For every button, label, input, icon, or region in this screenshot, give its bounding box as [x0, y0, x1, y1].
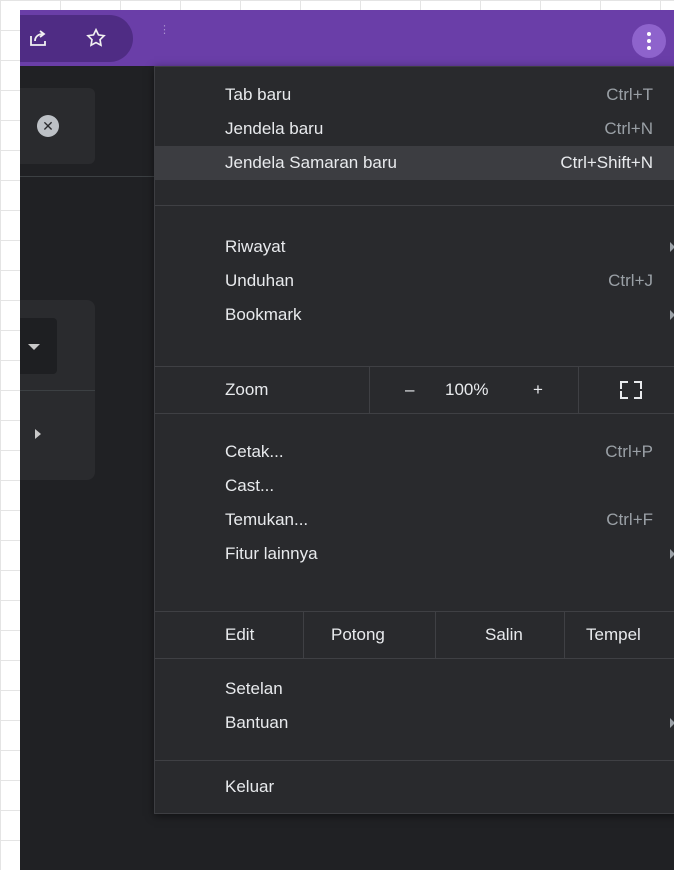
zoom-label: Zoom: [225, 380, 269, 399]
chevron-down-icon: [28, 344, 40, 350]
menu-item-label: Setelan: [225, 679, 283, 698]
cut-button[interactable]: Potong: [331, 625, 385, 645]
submenu-arrow-icon: [670, 242, 674, 252]
edit-label: Edit: [225, 625, 255, 644]
kebab-menu-icon[interactable]: [632, 24, 666, 58]
close-icon[interactable]: ✕: [37, 115, 59, 137]
menu-item-more-tools[interactable]: Fitur lainnya: [155, 537, 674, 571]
copy-button[interactable]: Salin: [485, 625, 523, 645]
menu-item-shortcut: Ctrl+F: [606, 510, 653, 529]
menu-item-shortcut: Ctrl+Shift+N: [560, 153, 653, 172]
menu-item-label: Bookmark: [225, 305, 302, 324]
menu-separator: [155, 205, 674, 206]
chevron-right-icon[interactable]: [35, 429, 41, 439]
edit-separator: [303, 612, 304, 658]
zoom-out-button[interactable]: –: [405, 380, 414, 400]
menu-item-cast[interactable]: Cast...: [155, 469, 674, 503]
zoom-in-button[interactable]: +: [533, 380, 543, 400]
menu-item-new-window[interactable]: Jendela baru Ctrl+N: [155, 112, 674, 146]
menu-item-exit[interactable]: Keluar: [155, 770, 674, 804]
menu-item-bookmarks[interactable]: Bookmark: [155, 298, 674, 332]
menu-item-new-tab[interactable]: Tab baru Ctrl+T: [155, 78, 674, 112]
zoom-separator: [578, 367, 579, 413]
menu-separator: [155, 658, 674, 659]
browser-window: ⋮ ✕ Tab baru Ctrl+T Jendela baru Ctrl+N …: [20, 10, 674, 870]
menu-item-label: Jendela baru: [225, 119, 324, 138]
submenu-arrow-icon: [670, 310, 674, 320]
star-icon[interactable]: [82, 24, 110, 52]
menu-item-label: Riwayat: [225, 237, 286, 256]
menu-item-label: Unduhan: [225, 271, 295, 290]
divider: [20, 390, 95, 391]
menu-item-history[interactable]: Riwayat: [155, 230, 674, 264]
chrome-menu: Tab baru Ctrl+T Jendela baru Ctrl+N Jend…: [154, 66, 674, 814]
share-icon[interactable]: [24, 24, 52, 52]
side-card: [20, 300, 95, 480]
submenu-arrow-icon: [670, 718, 674, 728]
menu-item-new-incognito-window[interactable]: Jendela Samaran baru Ctrl+Shift+N: [155, 146, 674, 180]
menu-item-label: Tab baru: [225, 85, 292, 104]
edit-separator: [435, 612, 436, 658]
menu-item-find[interactable]: Temukan... Ctrl+F: [155, 503, 674, 537]
menu-item-label: Bantuan: [225, 713, 289, 732]
menu-item-shortcut: Ctrl+J: [608, 271, 653, 290]
edit-row: Edit Potong Salin Tempel: [155, 612, 674, 658]
menu-item-help[interactable]: Bantuan: [155, 706, 674, 740]
divider: [20, 176, 155, 177]
fullscreen-icon[interactable]: [620, 381, 642, 399]
page-panel: ✕: [20, 88, 95, 164]
menu-item-settings[interactable]: Setelan: [155, 672, 674, 706]
menu-item-label: Fitur lainnya: [225, 544, 318, 563]
menu-separator: [155, 413, 674, 414]
menu-item-label: Keluar: [225, 777, 275, 796]
menu-item-downloads[interactable]: Unduhan Ctrl+J: [155, 264, 674, 298]
menu-item-label: Jendela Samaran baru: [225, 153, 398, 172]
menu-item-shortcut: Ctrl+P: [605, 442, 653, 461]
menu-item-label: Temukan...: [225, 510, 309, 529]
zoom-separator: [369, 367, 370, 413]
menu-separator: [155, 760, 674, 761]
zoom-row: Zoom – 100% +: [155, 367, 674, 413]
menu-item-print[interactable]: Cetak... Ctrl+P: [155, 435, 674, 469]
menu-item-shortcut: Ctrl+T: [606, 85, 653, 104]
toolbar-separator: ⋮: [159, 24, 170, 36]
edit-separator: [564, 612, 565, 658]
menu-item-label: Cast...: [225, 476, 275, 495]
submenu-arrow-icon: [670, 549, 674, 559]
paste-button[interactable]: Tempel: [586, 625, 641, 645]
menu-item-label: Cetak...: [225, 442, 284, 461]
zoom-level: 100%: [445, 380, 489, 399]
menu-item-shortcut: Ctrl+N: [604, 119, 653, 138]
toolbar: ⋮: [20, 10, 674, 66]
dropdown[interactable]: [20, 318, 57, 374]
